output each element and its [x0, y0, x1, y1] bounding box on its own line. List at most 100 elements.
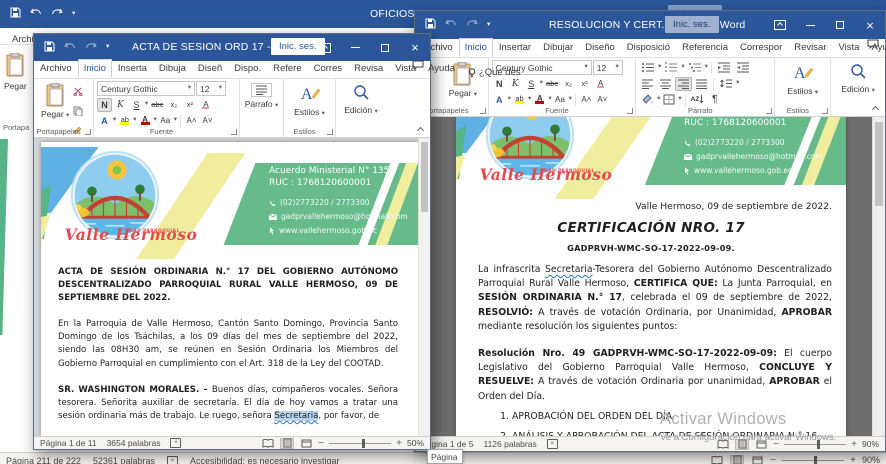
ribbon-display-icon[interactable] [765, 11, 795, 39]
subscript-button[interactable]: x₂ [561, 77, 576, 91]
ribbon-tab[interactable]: Corres [308, 59, 349, 78]
superscript-button[interactable]: x² [182, 98, 197, 112]
qat-customize-icon[interactable]: ▾ [106, 44, 109, 51]
underline-button[interactable]: S [129, 98, 144, 112]
sort-button[interactable]: AZ [689, 93, 707, 107]
tell-me-box[interactable]: ¿Qué des [468, 67, 521, 78]
ribbon-tab[interactable]: Dibuja [153, 59, 192, 78]
grow-font-button[interactable]: A˄ [184, 114, 199, 128]
print-layout-icon[interactable] [730, 455, 744, 464]
shrink-font-button[interactable]: A˅ [200, 114, 215, 128]
paragraph-button[interactable]: Párrafo ▾ [243, 81, 280, 112]
read-mode-icon[interactable] [716, 439, 730, 450]
multilevel-list-button[interactable] [686, 61, 704, 75]
ribbon-tab[interactable]: Correspor [734, 38, 788, 57]
proofing-icon[interactable]: × [547, 439, 558, 449]
zoom-in-icon[interactable]: + [850, 455, 856, 464]
proofing-icon[interactable]: × [167, 456, 178, 464]
qat-customize-icon[interactable]: ▾ [72, 11, 75, 18]
right-titlebar[interactable]: ▾ RESOLUCION Y CERT. ACTA 17 - Word Inic… [415, 11, 885, 39]
web-layout-icon[interactable] [750, 455, 764, 464]
vertical-scrollbar[interactable] [418, 138, 430, 436]
undo-icon[interactable] [64, 39, 76, 57]
borders-button[interactable] [661, 93, 677, 107]
styles-button[interactable]: A Estilos ▾ [778, 60, 827, 99]
align-right-button[interactable] [675, 77, 692, 91]
highlight-button[interactable]: ab [512, 93, 527, 107]
zoom-slider[interactable] [784, 444, 846, 445]
ribbon-display-icon[interactable] [310, 34, 340, 61]
strikethrough-button[interactable]: abc [149, 98, 165, 112]
editing-button[interactable]: Edición ▾ [834, 60, 882, 97]
align-center-button[interactable] [657, 77, 674, 91]
italic-button[interactable]: K [508, 77, 523, 91]
word-count[interactable]: 3654 palabras [107, 438, 161, 448]
decrease-indent-button[interactable] [715, 61, 733, 75]
ribbon-tab[interactable]: Inserta [112, 59, 153, 78]
copy-icon[interactable] [73, 103, 84, 121]
strikethrough-button[interactable]: abc [544, 77, 560, 91]
change-case-button[interactable]: Aa [553, 93, 568, 107]
read-mode-icon[interactable] [261, 438, 275, 449]
ribbon-tab[interactable]: Insertar [493, 38, 537, 57]
bold-button[interactable]: N [97, 98, 112, 112]
text-effects-button[interactable]: A [492, 93, 507, 107]
zoom-in-icon[interactable]: + [396, 438, 402, 449]
paragraph-dialog-launcher[interactable] [766, 108, 772, 114]
ribbon-tab[interactable]: Revisar [788, 38, 832, 57]
font-color-button[interactable]: A [138, 114, 153, 128]
subscript-button[interactable]: x₂ [166, 98, 181, 112]
font-size-select[interactable]: 12▾ [593, 60, 623, 75]
zoom-out-icon[interactable]: − [773, 439, 779, 450]
text-effects-button[interactable]: A [97, 114, 112, 128]
underline-button[interactable]: S [524, 77, 539, 91]
web-layout-icon[interactable] [299, 438, 313, 449]
left-titlebar[interactable]: ▾ ACTA DE SESION ORD 17 - Word Inic. ses… [34, 34, 430, 61]
word-count[interactable]: 1126 palabras [483, 439, 536, 449]
ribbon-tab[interactable]: Refere [267, 59, 308, 78]
collapse-ribbon-icon[interactable] [873, 105, 880, 112]
line-spacing-button[interactable] [717, 77, 735, 91]
comments-icon[interactable] [412, 57, 424, 75]
accessibility-status[interactable]: Accesibilidad: es necesario investigar [190, 456, 340, 464]
read-mode-icon[interactable] [710, 455, 724, 464]
highlight-button[interactable]: ab [117, 114, 132, 128]
clear-formatting-button[interactable]: A [593, 77, 608, 91]
font-dialog-launcher[interactable] [231, 129, 237, 135]
increase-indent-button[interactable] [734, 61, 752, 75]
change-case-button[interactable]: Aa [158, 114, 173, 128]
shading-button[interactable] [639, 93, 656, 107]
redo-icon[interactable] [466, 16, 478, 34]
word-count[interactable]: 52361 palabras [93, 456, 155, 464]
left-document-canvas[interactable]: Valle Hermoso GAD PARROQUIAL Acuerdo Min… [34, 138, 430, 436]
minimize-button[interactable] [340, 34, 370, 61]
zoom-level[interactable]: 90% [862, 439, 879, 449]
ribbon-tab[interactable]: Diseño [579, 38, 621, 57]
close-button[interactable]: × [855, 11, 885, 39]
ribbon-tab[interactable]: Archivo [34, 59, 78, 78]
styles-dialog-launcher[interactable] [822, 108, 828, 114]
styles-button[interactable]: A Estilos ▾ [287, 81, 332, 120]
numbering-button[interactable] [662, 61, 680, 75]
ribbon-tab[interactable]: Ayuda [422, 59, 461, 78]
zoom-level[interactable]: 90% [862, 455, 880, 464]
ribbon-tab[interactable]: Vista [832, 38, 865, 57]
clipboard-dialog-launcher[interactable] [85, 129, 91, 135]
align-left-button[interactable] [639, 77, 656, 91]
ribbon-tab[interactable]: Dibujar [537, 38, 579, 57]
print-layout-icon[interactable] [280, 438, 294, 449]
signin-button[interactable]: Inic. ses. [665, 16, 719, 33]
font-dialog-launcher[interactable] [627, 108, 633, 114]
zoom-level[interactable]: 50% [407, 438, 424, 448]
cut-icon[interactable] [73, 83, 84, 101]
right-page[interactable]: Valle Hermoso GAD PARROQUIAL Acuerdo Min… [456, 117, 846, 436]
proofing-icon[interactable]: × [170, 438, 181, 448]
font-name-select[interactable]: Century Gothic▾ [97, 81, 195, 96]
ribbon-tab[interactable]: Dispo. [228, 59, 267, 78]
undo-icon[interactable] [30, 5, 42, 23]
italic-button[interactable]: K [113, 98, 128, 112]
clipboard-dialog-launcher[interactable] [480, 108, 486, 114]
ribbon-tab[interactable]: Inicio [78, 59, 112, 78]
zoom-slider[interactable] [329, 443, 391, 444]
bold-button[interactable]: N [492, 77, 507, 91]
